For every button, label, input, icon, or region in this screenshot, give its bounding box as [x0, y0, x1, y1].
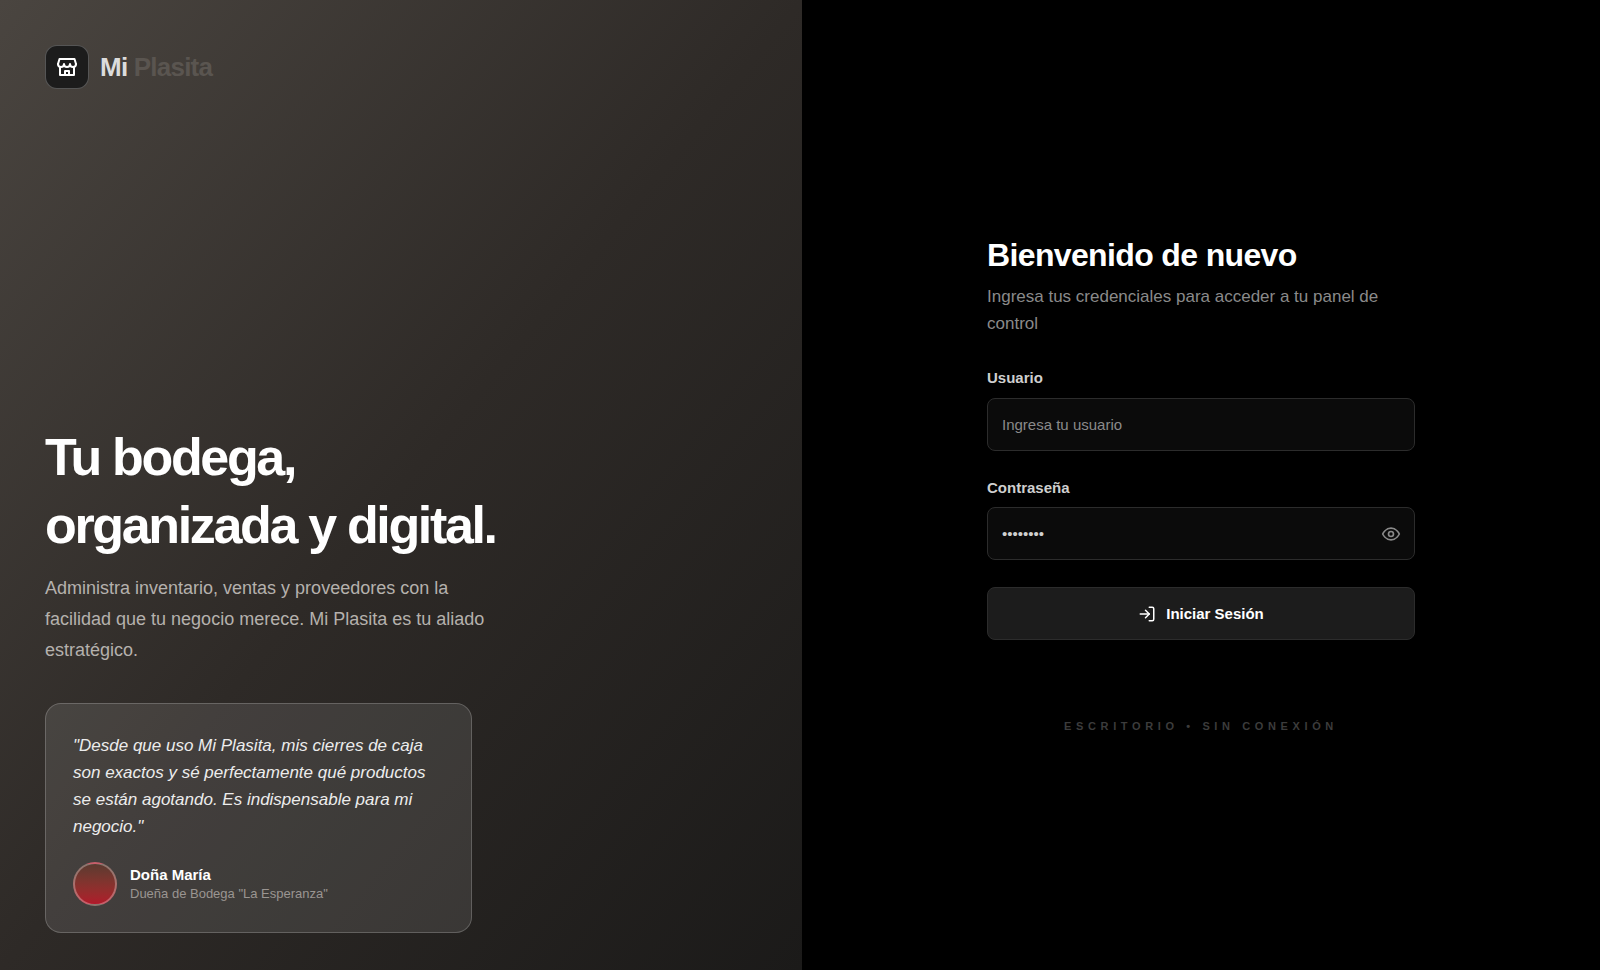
- password-field: [987, 507, 1415, 560]
- author-name: Doña María: [130, 865, 328, 885]
- hero-content: Tu bodega, organizada y digital. Adminis…: [45, 423, 757, 933]
- password-label: Contraseña: [987, 477, 1415, 500]
- hero-headline: Tu bodega, organizada y digital.: [45, 423, 757, 559]
- eye-icon[interactable]: [1379, 522, 1403, 546]
- headline-line: Tu bodega,: [45, 423, 757, 491]
- brand-logo: Mi Plasita: [45, 45, 757, 89]
- author-role: Dueña de Bodega "La Esperanza": [130, 885, 328, 903]
- login-title: Bienvenido de nuevo: [987, 235, 1415, 275]
- login-subtitle: Ingresa tus credenciales para acceder a …: [987, 283, 1415, 337]
- testimonial-card: "Desde que uso Mi Plasita, mis cierres d…: [45, 703, 472, 933]
- username-label: Usuario: [987, 367, 1415, 390]
- login-form: Bienvenido de nuevo Ingresa tus credenci…: [987, 235, 1415, 735]
- avatar: [73, 862, 117, 906]
- username-input[interactable]: [987, 398, 1415, 451]
- login-screen: Mi Plasita Tu bodega, organizada y digit…: [0, 0, 1600, 970]
- login-panel: Bienvenido de nuevo Ingresa tus credenci…: [802, 0, 1600, 970]
- footer-note: ESCRITORIO • SIN CONEXIÓN: [987, 718, 1415, 735]
- brand-name-secondary: Plasita: [134, 52, 212, 82]
- login-button-label: Iniciar Sesión: [1166, 603, 1264, 626]
- password-input[interactable]: [987, 507, 1415, 560]
- headline-line: organizada y digital.: [45, 491, 757, 559]
- brand-name: Mi: [100, 52, 127, 82]
- hero-panel: Mi Plasita Tu bodega, organizada y digit…: [0, 0, 802, 970]
- testimonial-quote: "Desde que uso Mi Plasita, mis cierres d…: [73, 732, 444, 840]
- login-icon: [1138, 605, 1156, 623]
- testimonial-author: Doña María Dueña de Bodega "La Esperanza…: [73, 862, 444, 906]
- store-icon: [45, 45, 89, 89]
- login-button[interactable]: Iniciar Sesión: [987, 587, 1415, 640]
- hero-subtitle: Administra inventario, ventas y proveedo…: [45, 573, 515, 666]
